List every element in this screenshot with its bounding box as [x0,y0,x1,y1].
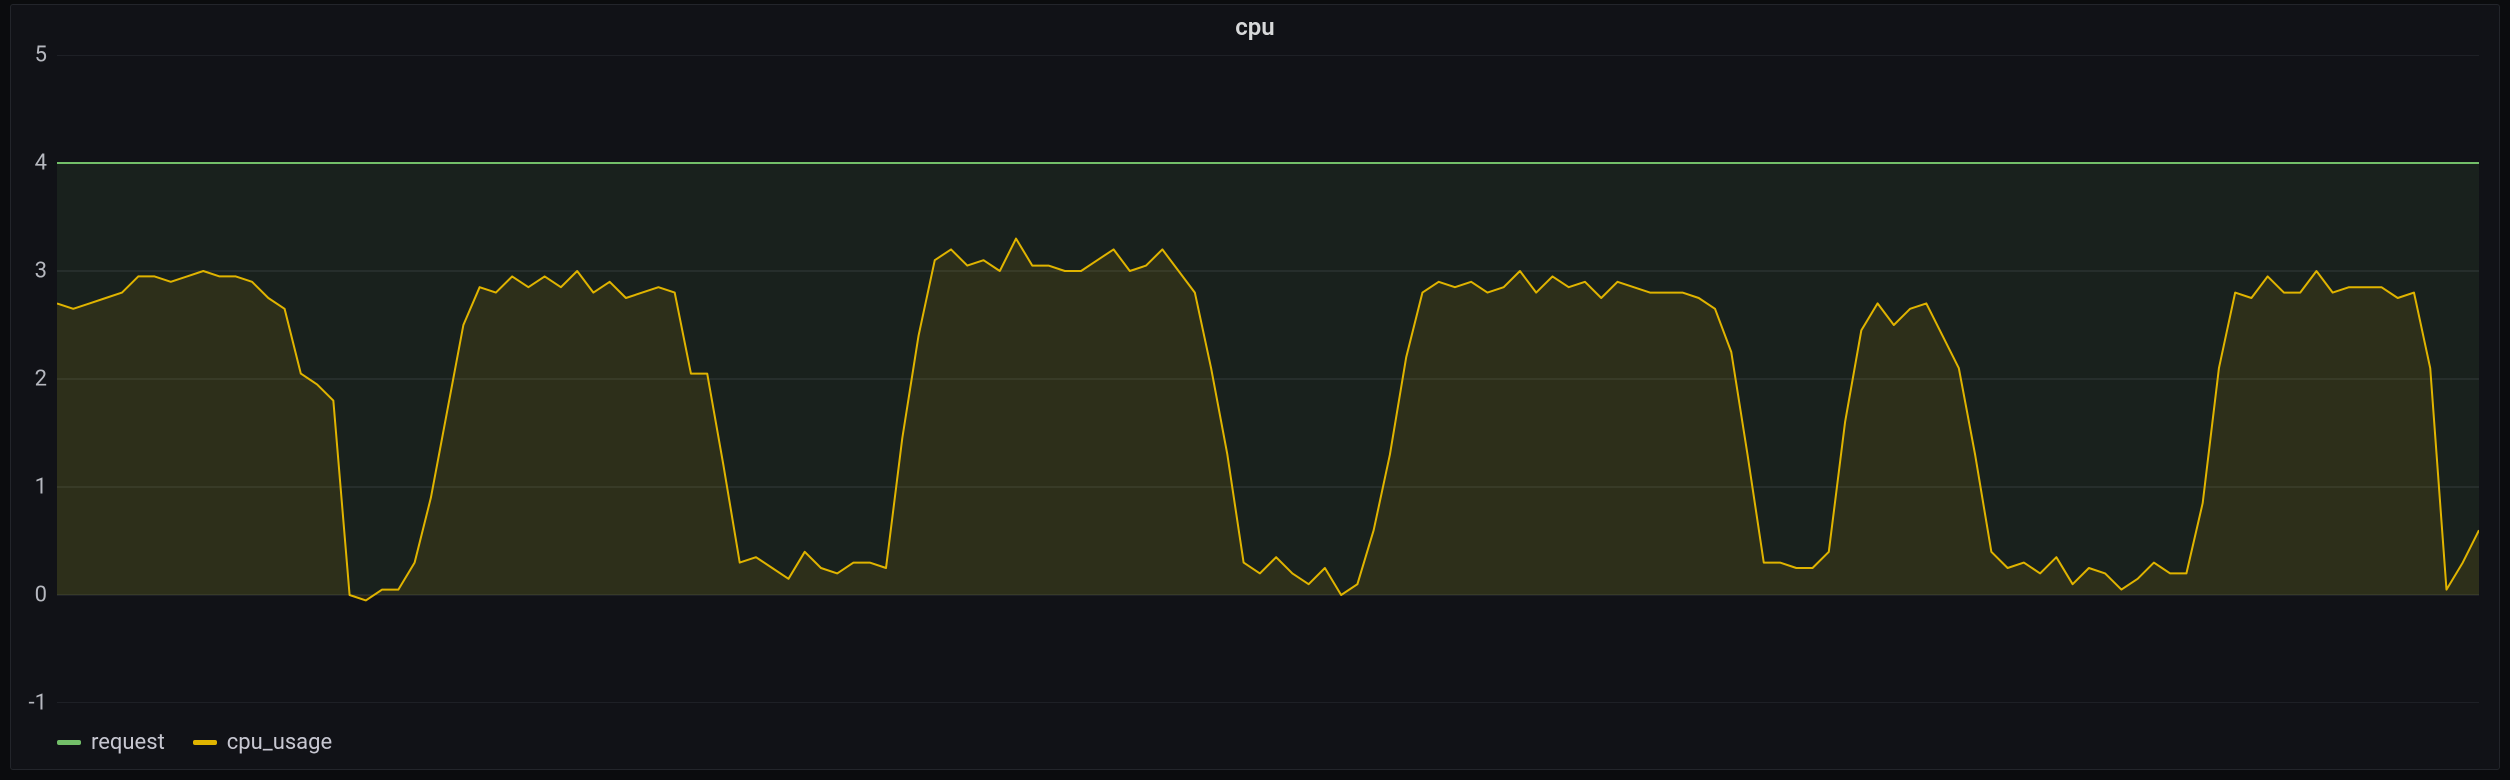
legend-swatch-cpu-usage [193,740,217,745]
y-tick-label: 1 [35,475,47,500]
legend-swatch-request [57,740,81,745]
y-axis: -1012345 [11,55,55,703]
legend-item-cpu-usage[interactable]: cpu_usage [193,730,332,755]
y-tick-label: 4 [35,151,47,176]
legend-item-request[interactable]: request [57,730,165,755]
plot-area[interactable] [57,55,2479,703]
chart-panel: cpu -1 0 1 2 3 4 5 request cpu_usage [10,4,2500,770]
y-tick-label: 5 [35,43,47,68]
y-tick-label: 3 [35,259,47,284]
chart-svg [57,55,2479,703]
y-tick-label: -1 [29,691,47,716]
panel-title: cpu [11,13,2499,41]
legend: request cpu_usage [57,730,332,755]
y-tick-label: 0 [35,583,47,608]
legend-label-request: request [91,730,165,755]
y-tick-label: 2 [35,367,47,392]
legend-label-cpu-usage: cpu_usage [227,730,332,755]
